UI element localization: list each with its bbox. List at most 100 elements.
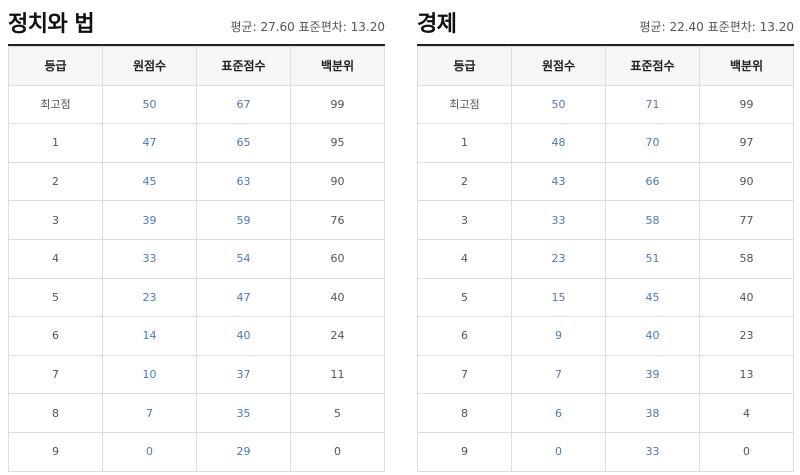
grade-cell: 6 (8, 316, 103, 356)
page: 정치와 법 평균: 27.60 표준편차: 13.20 등급 원점수 표준점수 … (0, 0, 800, 475)
panel-title: 경제 (417, 12, 457, 37)
raw-score-cell[interactable]: 48 (511, 123, 606, 163)
panel-politics-law: 정치와 법 평균: 27.60 표준편차: 13.20 등급 원점수 표준점수 … (8, 0, 385, 472)
grade-cell: 5 (8, 277, 103, 318)
table-row: 1 48 70 97 (417, 123, 794, 163)
table-row: 6 14 40 24 (8, 316, 385, 356)
percentile-cell: 24 (290, 316, 385, 356)
standard-score-cell[interactable]: 71 (605, 84, 700, 125)
column-header-grade: 등급 (417, 46, 512, 86)
percentile-cell: 40 (290, 277, 385, 318)
grade-cell: 9 (417, 431, 512, 472)
standard-score-cell[interactable]: 65 (196, 123, 291, 163)
table-row: 8 7 35 5 (8, 393, 385, 433)
raw-score-cell[interactable]: 47 (102, 123, 197, 163)
percentile-cell: 13 (699, 354, 794, 395)
score-table: 등급 원점수 표준점수 백분위 최고점 50 71 99 1 48 70 97 (417, 46, 794, 472)
column-header-raw-score: 원점수 (511, 46, 606, 86)
standard-score-cell[interactable]: 47 (196, 277, 291, 318)
grade-cell: 3 (8, 200, 103, 240)
percentile-cell: 77 (699, 200, 794, 240)
panel-stats: 평균: 22.40 표준편차: 13.20 (639, 20, 794, 34)
column-header-grade: 등급 (8, 46, 103, 86)
grade-cell: 7 (417, 354, 512, 395)
percentile-cell: 0 (699, 431, 794, 472)
column-header-percentile: 백분위 (699, 46, 794, 86)
column-header-raw-score: 원점수 (102, 46, 197, 86)
table-row: 최고점 50 71 99 (417, 84, 794, 125)
grade-cell: 최고점 (417, 84, 512, 125)
standard-score-cell[interactable]: 45 (605, 277, 700, 318)
panel-header: 정치와 법 평균: 27.60 표준편차: 13.20 (8, 0, 385, 46)
table-header-row: 등급 원점수 표준점수 백분위 (417, 46, 794, 86)
grade-cell: 2 (417, 161, 512, 202)
table-row: 2 43 66 90 (417, 161, 794, 202)
grade-cell: 4 (417, 238, 512, 279)
raw-score-cell[interactable]: 33 (102, 238, 197, 279)
grade-cell: 9 (8, 431, 103, 472)
grade-cell: 6 (417, 316, 512, 356)
raw-score-cell[interactable]: 33 (511, 200, 606, 240)
table-row: 7 10 37 11 (8, 354, 385, 395)
raw-score-cell[interactable]: 50 (511, 84, 606, 125)
raw-score-cell[interactable]: 9 (511, 316, 606, 356)
raw-score-cell[interactable]: 39 (102, 200, 197, 240)
table-row: 7 7 39 13 (417, 354, 794, 395)
table-header-row: 등급 원점수 표준점수 백분위 (8, 46, 385, 86)
percentile-cell: 97 (699, 123, 794, 163)
standard-score-cell[interactable]: 33 (605, 431, 700, 472)
standard-score-cell[interactable]: 37 (196, 354, 291, 395)
percentile-cell: 23 (699, 316, 794, 356)
raw-score-cell[interactable]: 14 (102, 316, 197, 356)
standard-score-cell[interactable]: 38 (605, 393, 700, 433)
column-header-standard-score: 표준점수 (605, 46, 700, 86)
panel-economics: 경제 평균: 22.40 표준편차: 13.20 등급 원점수 표준점수 백분위… (417, 0, 794, 472)
raw-score-cell[interactable]: 43 (511, 161, 606, 202)
percentile-cell: 60 (290, 238, 385, 279)
table-row: 3 33 58 77 (417, 200, 794, 240)
standard-score-cell[interactable]: 35 (196, 393, 291, 433)
standard-score-cell[interactable]: 54 (196, 238, 291, 279)
percentile-cell: 95 (290, 123, 385, 163)
table-row: 4 33 54 60 (8, 238, 385, 279)
standard-score-cell[interactable]: 39 (605, 354, 700, 395)
standard-score-cell[interactable]: 40 (605, 316, 700, 356)
standard-score-cell[interactable]: 67 (196, 84, 291, 125)
standard-score-cell[interactable]: 70 (605, 123, 700, 163)
raw-score-cell[interactable]: 45 (102, 161, 197, 202)
table-row: 8 6 38 4 (417, 393, 794, 433)
grade-cell: 3 (417, 200, 512, 240)
raw-score-cell[interactable]: 23 (102, 277, 197, 318)
table-row: 1 47 65 95 (8, 123, 385, 163)
grade-cell: 8 (417, 393, 512, 433)
percentile-cell: 90 (290, 161, 385, 202)
standard-score-cell[interactable]: 63 (196, 161, 291, 202)
table-row: 2 45 63 90 (8, 161, 385, 202)
standard-score-cell[interactable]: 59 (196, 200, 291, 240)
raw-score-cell[interactable]: 0 (102, 431, 197, 472)
percentile-cell: 5 (290, 393, 385, 433)
standard-score-cell[interactable]: 58 (605, 200, 700, 240)
raw-score-cell[interactable]: 0 (511, 431, 606, 472)
table-row: 6 9 40 23 (417, 316, 794, 356)
table-row: 9 0 33 0 (417, 431, 794, 472)
score-table: 등급 원점수 표준점수 백분위 최고점 50 67 99 1 47 65 95 (8, 46, 385, 472)
raw-score-cell[interactable]: 7 (102, 393, 197, 433)
raw-score-cell[interactable]: 7 (511, 354, 606, 395)
raw-score-cell[interactable]: 23 (511, 238, 606, 279)
column-header-standard-score: 표준점수 (196, 46, 291, 86)
raw-score-cell[interactable]: 50 (102, 84, 197, 125)
grade-cell: 5 (417, 277, 512, 318)
percentile-cell: 0 (290, 431, 385, 472)
standard-score-cell[interactable]: 66 (605, 161, 700, 202)
percentile-cell: 76 (290, 200, 385, 240)
standard-score-cell[interactable]: 29 (196, 431, 291, 472)
standard-score-cell[interactable]: 51 (605, 238, 700, 279)
raw-score-cell[interactable]: 15 (511, 277, 606, 318)
standard-score-cell[interactable]: 40 (196, 316, 291, 356)
table-row: 9 0 29 0 (8, 431, 385, 472)
grade-cell: 1 (8, 123, 103, 163)
panel-header: 경제 평균: 22.40 표준편차: 13.20 (417, 0, 794, 46)
raw-score-cell[interactable]: 10 (102, 354, 197, 395)
raw-score-cell[interactable]: 6 (511, 393, 606, 433)
